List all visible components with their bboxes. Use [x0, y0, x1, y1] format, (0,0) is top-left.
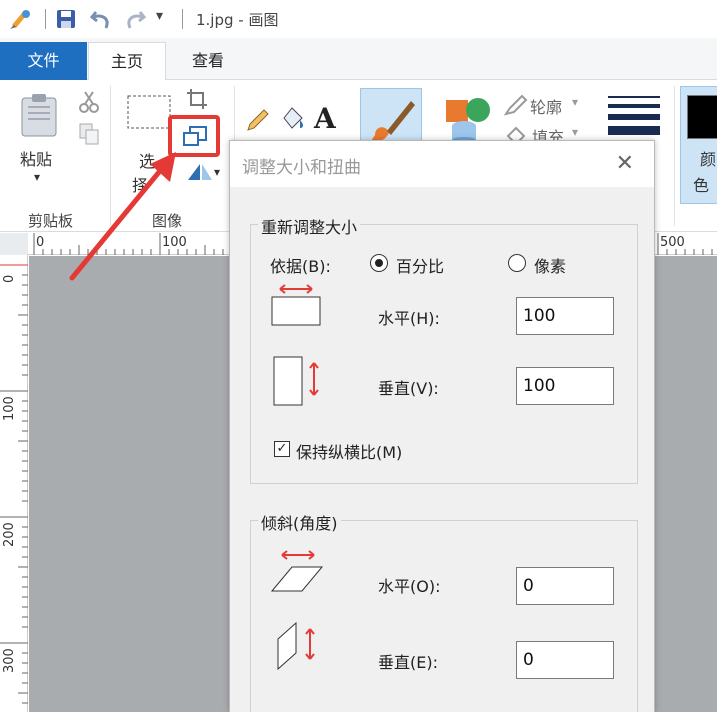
ribbon-tabs: 文件 主页 查看	[0, 38, 717, 81]
annotation-arrow	[69, 152, 176, 281]
dialog-body: 重新调整大小 依据(B): 百分比 像素 水平(H): 垂直(V): ✓ 保持纵…	[230, 187, 654, 712]
color1-swatch	[687, 95, 717, 139]
ruler-top-label: 500	[660, 235, 685, 250]
skew-group-title: 倾斜(角度)	[258, 510, 341, 534]
cut-icon[interactable]	[78, 90, 100, 118]
fill-dropdown-icon[interactable]: ▾	[572, 125, 578, 139]
ruler-corner	[0, 233, 28, 255]
paste-button[interactable]: 粘贴	[20, 146, 52, 170]
outline-dropdown-icon[interactable]: ▾	[572, 95, 578, 109]
skew-vertical-input[interactable]	[516, 641, 614, 679]
paint-app-icon[interactable]	[8, 7, 34, 35]
resize-vertical-label: 垂直(V):	[378, 379, 439, 398]
keep-ratio-label[interactable]: 保持纵横比(M)	[296, 439, 402, 463]
pixels-radio[interactable]	[508, 254, 526, 272]
undo-icon[interactable]	[89, 8, 112, 34]
pixels-radio-label[interactable]: 像素	[534, 253, 566, 277]
tab-home[interactable]: 主页	[88, 42, 166, 81]
crop-icon[interactable]	[186, 88, 208, 114]
paste-icon[interactable]	[20, 92, 60, 142]
outline-button[interactable]: 轮廓	[530, 94, 562, 118]
skew-horizontal-input[interactable]	[516, 567, 614, 605]
ruler-left-label: 100	[2, 396, 17, 421]
by-label: 依据(B):	[270, 257, 331, 276]
resize-horizontal-input[interactable]	[516, 297, 614, 335]
resize-horizontal-icon	[270, 283, 324, 331]
svg-text:▾: ▾	[214, 165, 220, 179]
tab-view[interactable]: 查看	[172, 42, 244, 81]
size-icon[interactable]	[606, 94, 662, 142]
color1-label-line2: 色	[693, 176, 710, 195]
ruler-left-label: 300	[2, 648, 17, 673]
dialog-title: 调整大小和扭曲	[242, 158, 361, 178]
tab-file[interactable]: 文件	[0, 42, 87, 80]
paste-dropdown-icon[interactable]: ▾	[34, 170, 40, 184]
ruler-left-label: 0	[2, 274, 17, 283]
resize-vertical-input[interactable]	[516, 367, 614, 405]
quick-access-dropdown-icon[interactable]: ▾	[156, 8, 163, 24]
resize-horizontal-label: 水平(H):	[378, 309, 440, 328]
skew-vertical-icon	[274, 621, 330, 681]
ruler-left-label: 200	[2, 522, 17, 547]
color1-label-line1: 颜	[700, 150, 717, 169]
resize-group-title: 重新调整大小	[258, 214, 361, 238]
title-bar: ▾ 1.jpg - 画图	[0, 0, 717, 38]
rotate-icon[interactable]: ▾	[184, 160, 224, 188]
keep-ratio-checkbox[interactable]: ✓	[274, 441, 290, 457]
fill-bucket-icon[interactable]	[278, 104, 308, 138]
ruler-top-label: 0	[36, 235, 45, 250]
save-icon[interactable]	[56, 9, 76, 33]
select-icon[interactable]	[126, 94, 172, 134]
shapes-icon[interactable]	[444, 96, 494, 146]
percent-radio-label[interactable]: 百分比	[396, 253, 444, 277]
skew-vertical-label: 垂直(E):	[378, 653, 438, 672]
ruler-left: 0 100 200 300	[0, 255, 28, 712]
pencil-icon[interactable]	[244, 106, 272, 138]
skew-horizontal-icon	[270, 549, 326, 601]
window-title: 1.jpg - 画图	[196, 11, 279, 29]
outline-icon[interactable]	[502, 94, 528, 120]
percent-radio[interactable]	[370, 254, 388, 272]
redo-icon[interactable]	[124, 8, 147, 34]
resize-skew-dialog: 调整大小和扭曲 ✕ 重新调整大小 依据(B): 百分比 像素 水平(H): 垂直…	[229, 140, 655, 712]
text-tool-icon[interactable]: A	[314, 102, 336, 135]
copy-icon[interactable]	[78, 122, 100, 150]
skew-horizontal-label: 水平(O):	[378, 577, 441, 596]
resize-vertical-icon	[272, 353, 326, 411]
close-icon[interactable]: ✕	[616, 151, 634, 176]
